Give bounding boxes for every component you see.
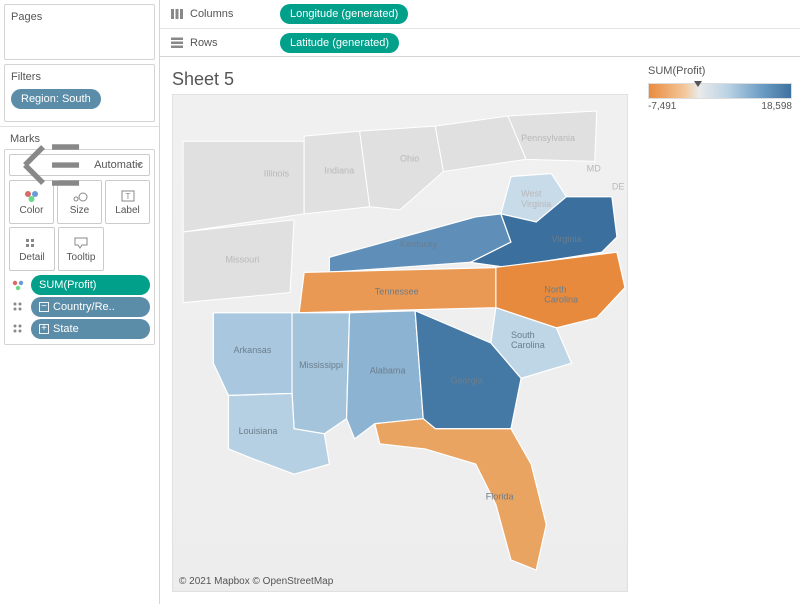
map-viz[interactable]: Illinois Indiana Ohio Pennsylvania MD DE… <box>172 94 628 592</box>
marks-field-country[interactable]: −Country/Re.. <box>9 296 150 318</box>
color-legend[interactable]: SUM(Profit) -7,491 18,598 <box>640 57 800 604</box>
rows-icon <box>170 36 184 50</box>
svg-text:Virginia: Virginia <box>551 234 582 244</box>
plus-icon: + <box>39 324 49 334</box>
columns-icon <box>170 7 184 21</box>
pages-shelf[interactable]: Pages <box>4 4 155 60</box>
detail-icon <box>9 300 27 314</box>
tooltip-icon <box>72 236 90 250</box>
svg-text:Florida: Florida <box>486 491 515 501</box>
sheet-title: Sheet 5 <box>172 69 628 90</box>
rows-label: Rows <box>190 37 218 49</box>
svg-text:Mississippi: Mississippi <box>299 360 343 370</box>
legend-title: SUM(Profit) <box>648 65 792 77</box>
svg-text:Louisiana: Louisiana <box>239 426 279 436</box>
color-label: Color <box>20 205 44 216</box>
svg-text:Arkansas: Arkansas <box>234 345 272 355</box>
chevron-down-icon: ▼ <box>135 161 143 170</box>
marks-field-profit[interactable]: SUM(Profit) <box>9 274 150 296</box>
pill-sum-profit[interactable]: SUM(Profit) <box>31 275 150 295</box>
legend-gradient <box>648 83 792 99</box>
columns-shelf[interactable]: Columns Longitude (generated) <box>160 0 800 28</box>
svg-text:Alabama: Alabama <box>370 365 407 375</box>
legend-min: -7,491 <box>648 101 676 112</box>
pages-title: Pages <box>11 11 148 23</box>
marks-card: Automatic ▼ Color Size T Label <box>4 149 155 345</box>
svg-text:Indiana: Indiana <box>324 166 355 176</box>
svg-text:T: T <box>125 192 130 201</box>
columns-pill-longitude[interactable]: Longitude (generated) <box>280 4 408 24</box>
svg-text:DE: DE <box>612 182 625 192</box>
tooltip-label: Tooltip <box>67 252 96 263</box>
detail-button[interactable]: Detail <box>9 227 55 271</box>
pill-country[interactable]: −Country/Re.. <box>31 297 150 317</box>
detail-icon <box>23 236 41 250</box>
state-florida[interactable] <box>375 419 547 570</box>
marks-type-dropdown[interactable]: Automatic ▼ <box>9 154 150 176</box>
state-mississippi[interactable] <box>292 313 350 434</box>
minus-icon: − <box>39 302 49 312</box>
svg-text:Tennessee: Tennessee <box>375 287 419 297</box>
label-text: Label <box>115 205 139 216</box>
rows-pill-latitude[interactable]: Latitude (generated) <box>280 33 399 53</box>
label-icon: T <box>119 189 137 203</box>
marks-field-state[interactable]: +State <box>9 318 150 340</box>
svg-text:Illinois: Illinois <box>264 169 290 179</box>
svg-text:MD: MD <box>587 163 602 173</box>
filters-shelf[interactable]: Filters Region: South <box>4 64 155 122</box>
map-attribution: © 2021 Mapbox © OpenStreetMap <box>179 576 333 587</box>
pill-state[interactable]: +State <box>31 319 150 339</box>
columns-label: Columns <box>190 8 233 20</box>
svg-text:Missouri: Missouri <box>225 254 259 264</box>
rows-shelf[interactable]: Rows Latitude (generated) <box>160 28 800 56</box>
label-button[interactable]: T Label <box>105 180 150 224</box>
svg-text:Kentucky: Kentucky <box>400 239 438 249</box>
filter-pill-region[interactable]: Region: South <box>11 89 101 109</box>
legend-max: 18,598 <box>761 101 792 112</box>
size-label: Size <box>70 205 89 216</box>
svg-text:Pennsylvania: Pennsylvania <box>521 133 576 143</box>
detail-icon <box>9 322 27 336</box>
detail-label: Detail <box>19 252 45 263</box>
tooltip-button[interactable]: Tooltip <box>58 227 104 271</box>
svg-text:Georgia: Georgia <box>450 375 483 385</box>
svg-text:Ohio: Ohio <box>400 153 419 163</box>
legend-midpoint-tick <box>694 81 702 87</box>
automatic-icon <box>16 138 88 192</box>
filters-title: Filters <box>11 71 148 83</box>
color-icon <box>9 278 27 292</box>
